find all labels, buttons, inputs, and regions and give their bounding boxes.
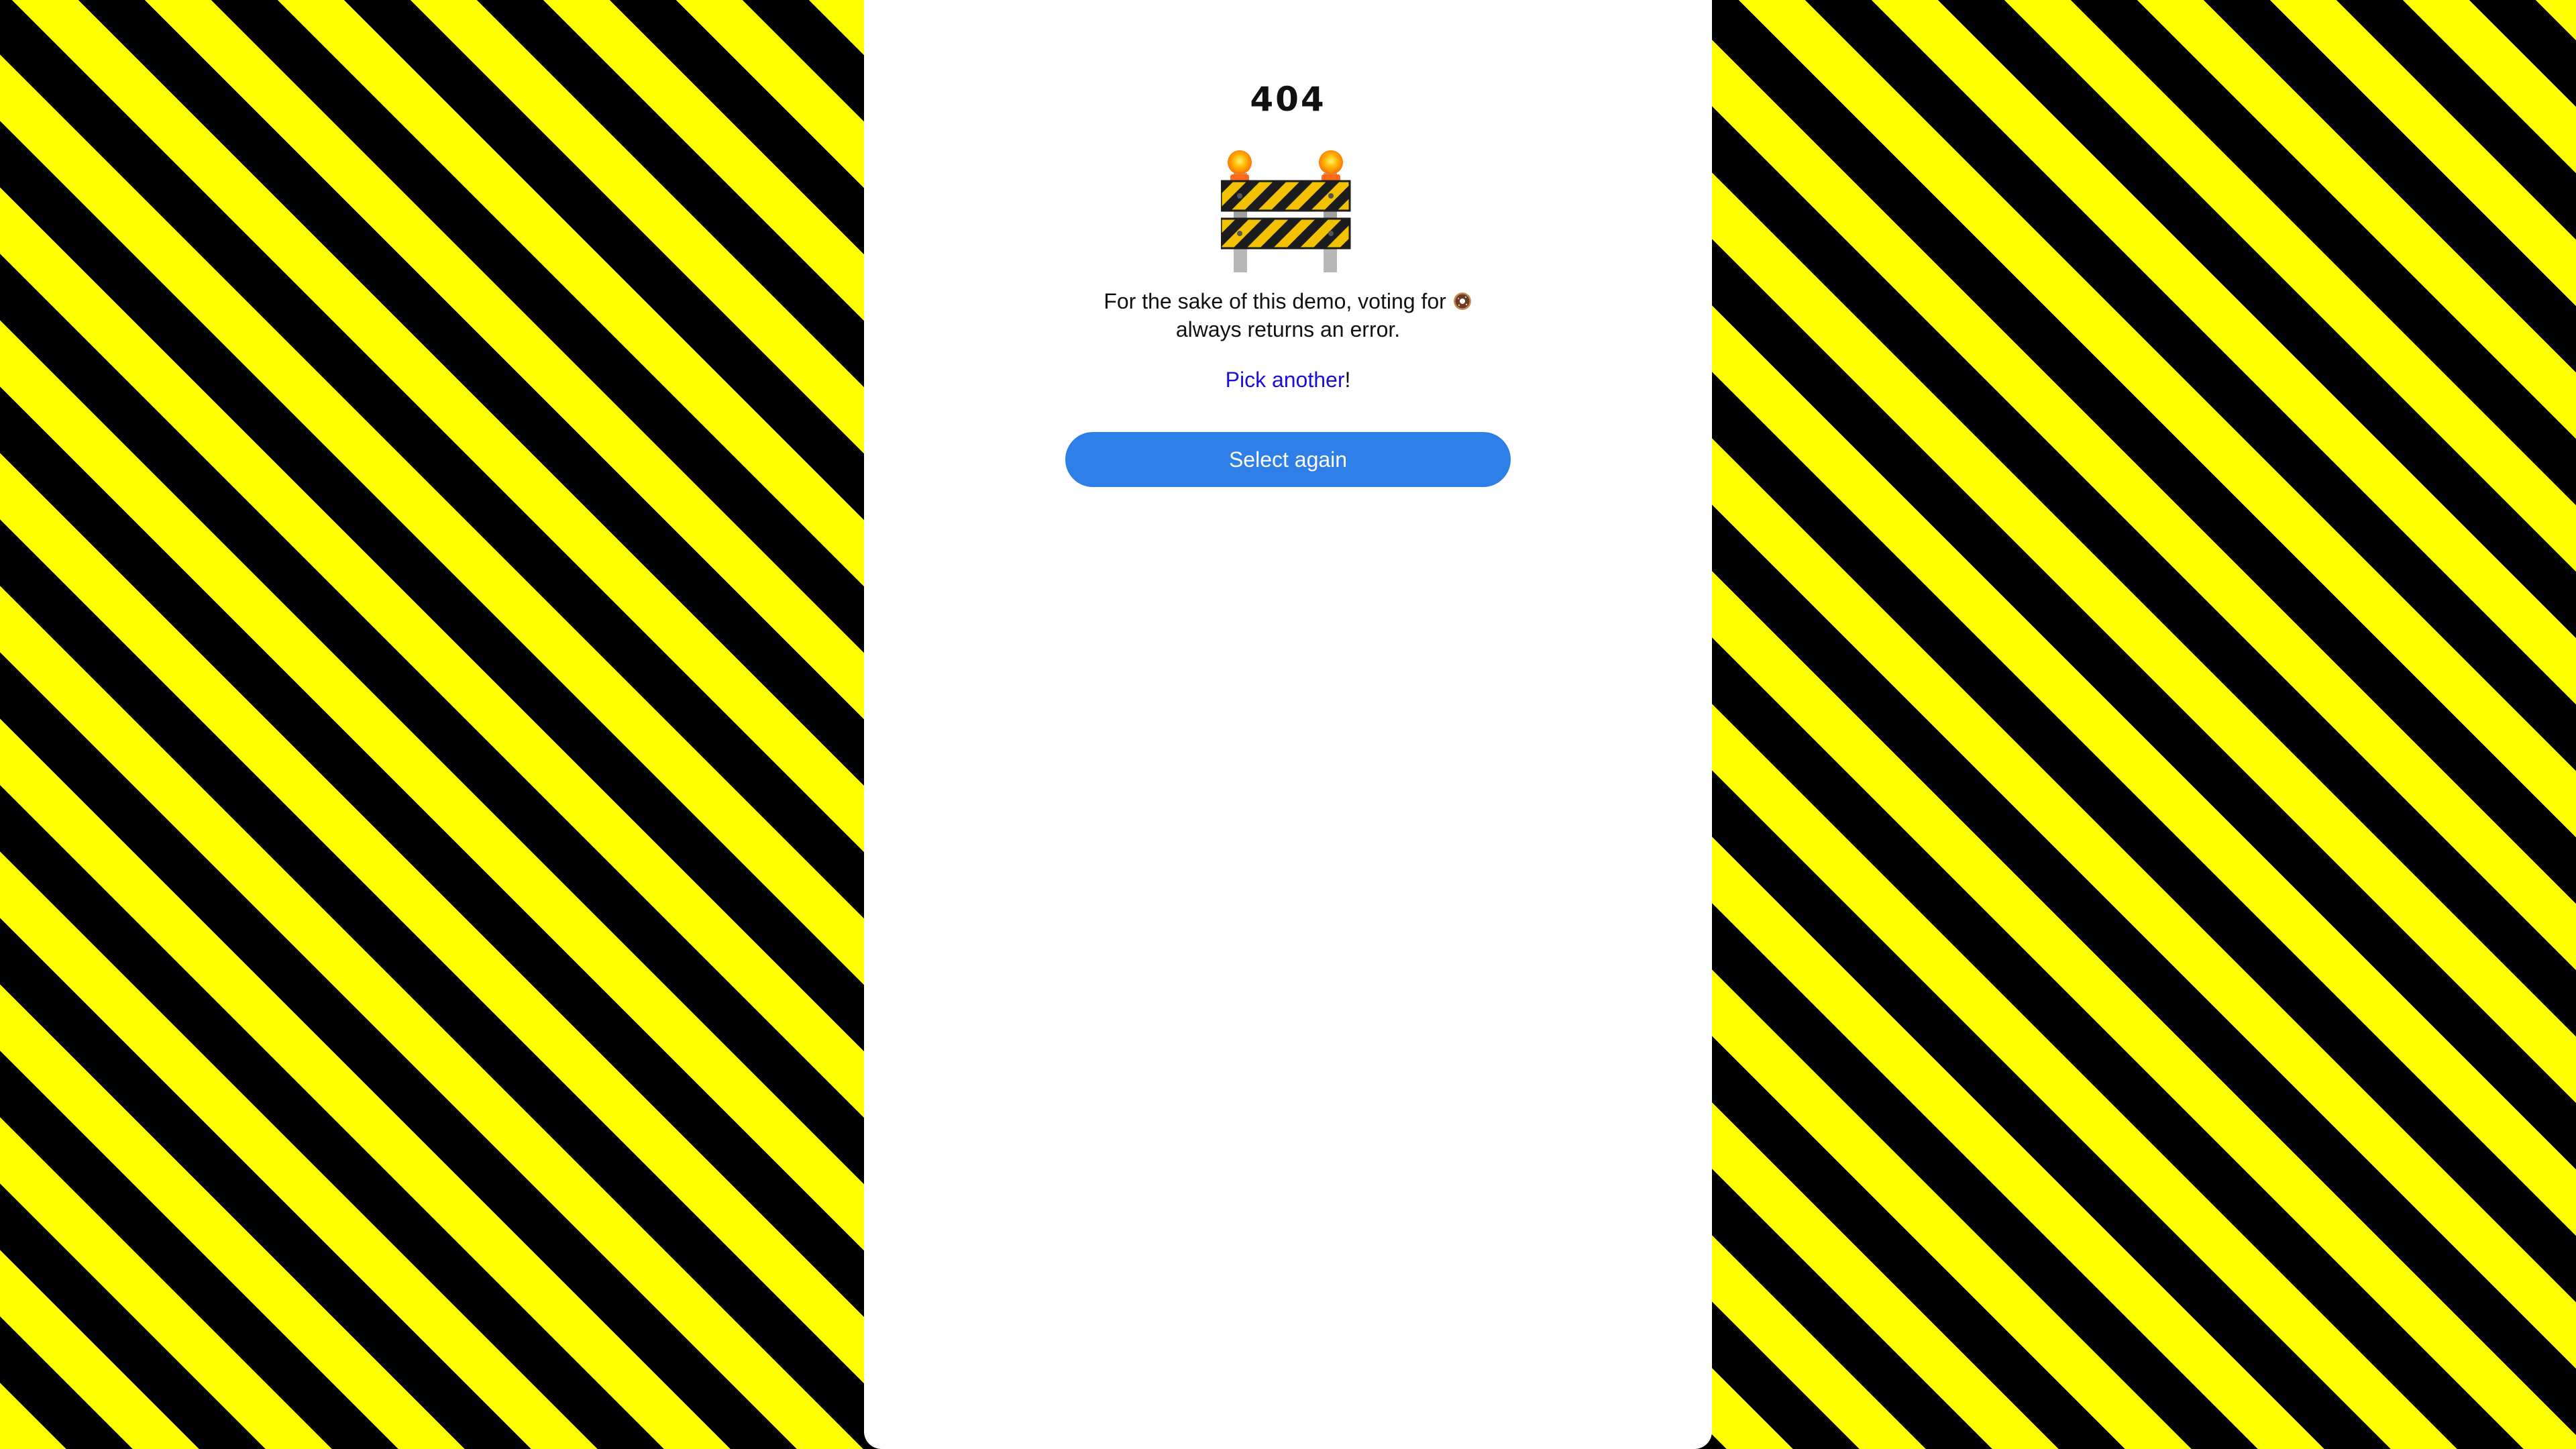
construction-barrier-icon [1221,150,1351,272]
error-message-line-1: For the sake of this demo, voting for [1104,289,1446,313]
error-message-line-2: always returns an error. [1175,317,1401,341]
error-card: 404 For the sake of this demo, voting fo… [864,0,1712,1449]
retry-prompt: Pick another! [864,366,1712,393]
pick-another-link[interactable]: Pick another [1226,368,1345,392]
error-code-heading: 404 [1250,80,1326,119]
select-again-button[interactable]: Select again [1065,432,1511,487]
hazard-stripe-background: { "error": { "code": "404", "illustratio… [0,0,2576,1449]
error-message: For the sake of this demo, voting for al… [864,287,1712,343]
retry-exclamation: ! [1344,368,1351,392]
donut-icon [1453,292,1471,310]
